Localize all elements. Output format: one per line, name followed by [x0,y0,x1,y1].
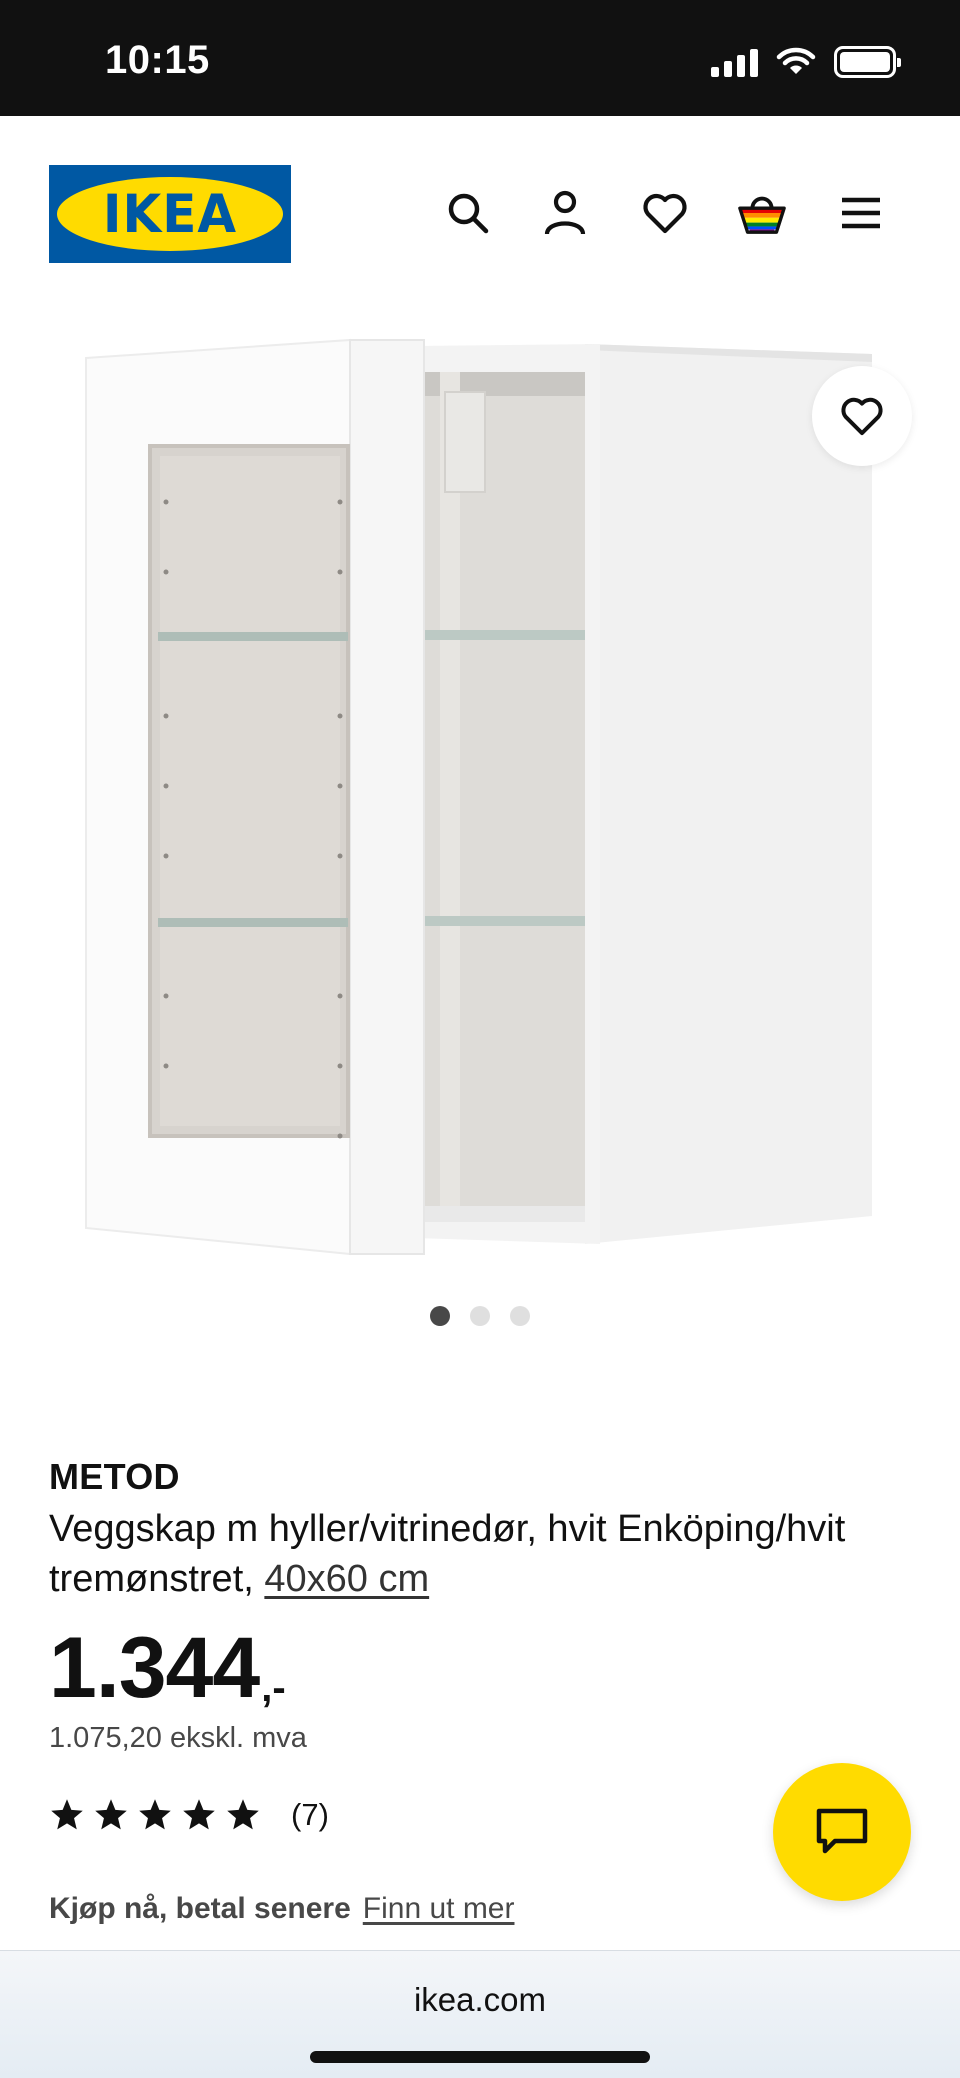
chat-button[interactable] [773,1763,911,1901]
price-ex-vat: 1.075,20 ekskl. mva [49,1722,307,1754]
gallery-dot-1[interactable] [430,1306,450,1326]
star-icon [139,1799,171,1830]
basket-icon [738,196,786,234]
home-indicator[interactable] [310,2051,650,2063]
product-price: 1.344 ,- [49,1620,286,1716]
price-value: 1.344 [49,1620,260,1716]
star-icon [95,1799,127,1830]
basket-button[interactable] [737,188,787,238]
gallery-dot-3[interactable] [510,1306,530,1326]
add-to-favourites-button[interactable] [812,366,912,466]
status-icons [711,44,901,80]
site-header: IKEA [0,116,960,306]
product-rating[interactable]: (7) [49,1797,329,1833]
rating-count: (7) [291,1797,329,1832]
url-text[interactable]: ikea.com [0,1981,960,2019]
account-button[interactable] [540,188,590,238]
gallery-pagination [0,1306,960,1326]
logo-oval: IKEA [57,177,283,251]
bnpl-learn-more-link[interactable]: Finn ut mer [363,1892,515,1926]
star-icon [183,1799,215,1830]
status-time: 10:15 [105,38,210,82]
search-icon [448,193,489,234]
gallery-dot-2[interactable] [470,1306,490,1326]
price-suffix: ,- [261,1666,286,1710]
logo-text: IKEA [102,183,238,245]
product-description-text: Veggskap m hyller/vitrinedør, hvit Enköp… [49,1508,846,1600]
browser-url-bar[interactable]: ikea.com [0,1950,960,2078]
star-icon [227,1799,259,1830]
star-icon [51,1799,83,1830]
favourites-button[interactable] [640,188,690,238]
account-icon [544,190,586,235]
menu-icon [842,197,880,229]
bnpl-title: Kjøp nå, betal senere [49,1892,351,1925]
product-description: Veggskap m hyller/vitrinedør, hvit Enköp… [49,1504,909,1604]
product-image[interactable] [0,306,960,1296]
menu-button[interactable] [836,188,886,238]
product-name: METOD [49,1456,180,1497]
signal-icon [711,47,758,77]
buy-now-pay-later: Kjøp nå, betal senere Finn ut mer [49,1892,514,1926]
search-button[interactable] [443,188,493,238]
heart-icon [643,193,687,234]
chat-icon [816,1808,868,1854]
battery-icon [834,46,901,78]
heart-icon [841,397,883,436]
ikea-logo[interactable]: IKEA [49,165,291,263]
wifi-icon [776,47,816,74]
product-gallery[interactable] [0,306,960,1326]
product-size-link[interactable]: 40x60 cm [264,1558,429,1600]
status-bar: 10:15 [0,0,960,116]
